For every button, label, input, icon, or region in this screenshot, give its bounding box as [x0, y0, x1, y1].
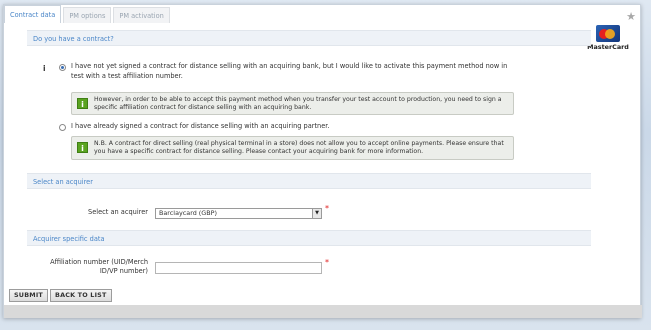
required-marker: *: [325, 258, 329, 267]
submit-button[interactable]: SUBMIT: [9, 289, 48, 302]
star-icon[interactable]: ★: [626, 11, 636, 22]
contract-option-signed-radio[interactable]: [59, 124, 66, 131]
contract-option-test-radio[interactable]: [59, 64, 66, 71]
notice-direct-selling-text: N.B. A contract for direct selling (real…: [94, 140, 504, 156]
payment-method-logo: MasterCard: [584, 25, 632, 51]
chevron-down-icon[interactable]: ▼: [312, 209, 321, 218]
acquirer-select-value: Barclaycard (GBP): [159, 209, 217, 217]
affiliation-number-input[interactable]: [155, 262, 322, 274]
notice-test-affiliation-text: However, in order to be able to accept t…: [94, 96, 502, 112]
contract-option-signed-label: I have already signed a contract for dis…: [71, 122, 330, 130]
tab-contract-data[interactable]: Contract data: [4, 5, 62, 23]
tab-pm-options[interactable]: PM options: [63, 7, 112, 23]
info-icon: i: [77, 142, 88, 153]
contract-section-header: Do you have a contract?: [27, 30, 591, 46]
tab-pm-activation[interactable]: PM activation: [113, 7, 170, 23]
logo-label: MasterCard: [587, 43, 629, 51]
acquirer-label: Select an acquirer: [88, 208, 148, 216]
affiliation-number-label: Affiliation number (UID/Merch ID/VP numb…: [50, 258, 148, 275]
footer-bar: [4, 305, 642, 318]
acquirer-select[interactable]: Barclaycard (GBP) ▼: [155, 208, 322, 219]
info-icon: i: [43, 64, 46, 73]
notice-test-affiliation: i However, in order to be able to accept…: [71, 92, 514, 115]
contract-option-test-label: I have not yet signed a contract for dis…: [71, 62, 508, 80]
back-to-list-button[interactable]: BACK TO LIST: [50, 289, 112, 302]
tab-bar: Contract data PM options PM activation: [4, 5, 172, 23]
app-frame: Contract data PM options PM activation ★…: [3, 4, 642, 318]
mastercard-icon: [596, 25, 620, 42]
acquirer-section-header: Select an acquirer: [27, 173, 591, 189]
notice-direct-selling: i N.B. A contract for direct selling (re…: [71, 136, 514, 160]
required-marker: *: [325, 204, 329, 213]
acquirer-data-section-header: Acquirer specific data: [27, 230, 591, 246]
info-icon: i: [77, 98, 88, 109]
